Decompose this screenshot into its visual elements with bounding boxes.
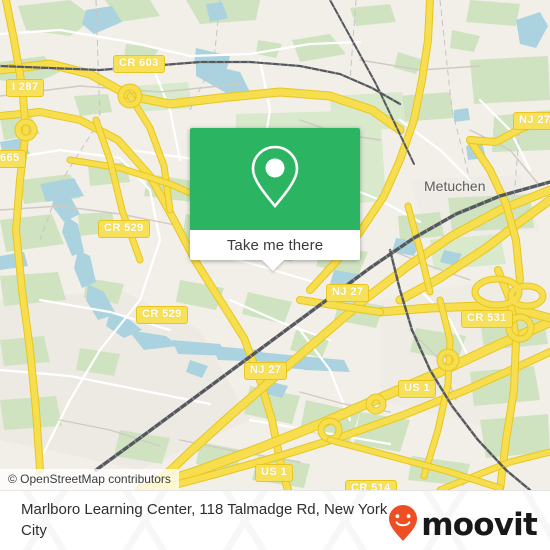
moovit-wordmark: moovit <box>421 507 538 543</box>
map-canvas[interactable]: .bg { fill:#f2efe9; } .park { fill:#cfe3… <box>0 0 550 490</box>
moovit-smiley-pin-icon <box>388 504 418 547</box>
road-shield[interactable]: 665 <box>0 150 26 168</box>
moovit-logo[interactable]: moovit <box>388 504 538 547</box>
road-shield[interactable]: I 287 <box>6 79 45 97</box>
popup-header <box>190 128 360 230</box>
road-shield[interactable]: CR 514 <box>345 480 397 490</box>
take-me-there-label: Take me there <box>226 236 324 254</box>
map-pin-icon <box>247 142 303 217</box>
popup-pointer-tail <box>262 260 284 271</box>
place-label-metuchen: Metuchen <box>424 178 486 194</box>
road-shield[interactable]: CR 531 <box>461 310 513 328</box>
road-shield[interactable]: US 1 <box>398 380 437 398</box>
road-shield[interactable]: CR 529 <box>136 306 188 324</box>
road-shield[interactable]: NJ 27 <box>244 362 288 380</box>
road-shield[interactable]: NJ 27 <box>513 112 550 130</box>
map-screenshot: .bg { fill:#f2efe9; } .park { fill:#cfe3… <box>0 0 550 550</box>
road-shield[interactable]: US 1 <box>255 464 294 482</box>
road-shield[interactable]: CR 603 <box>113 55 165 73</box>
osm-attribution[interactable]: © OpenStreetMap contributors <box>0 469 179 490</box>
road-shield[interactable]: CR 529 <box>98 220 150 238</box>
location-popup-card[interactable]: Take me there <box>190 128 360 271</box>
popup-footer[interactable]: Take me there <box>190 230 360 271</box>
road-shield[interactable]: NJ 27 <box>326 284 370 302</box>
location-title: Marlboro Learning Center, 118 Talmadge R… <box>21 501 388 539</box>
bottom-info-bar: Marlboro Learning Center, 118 Talmadge R… <box>0 490 550 550</box>
